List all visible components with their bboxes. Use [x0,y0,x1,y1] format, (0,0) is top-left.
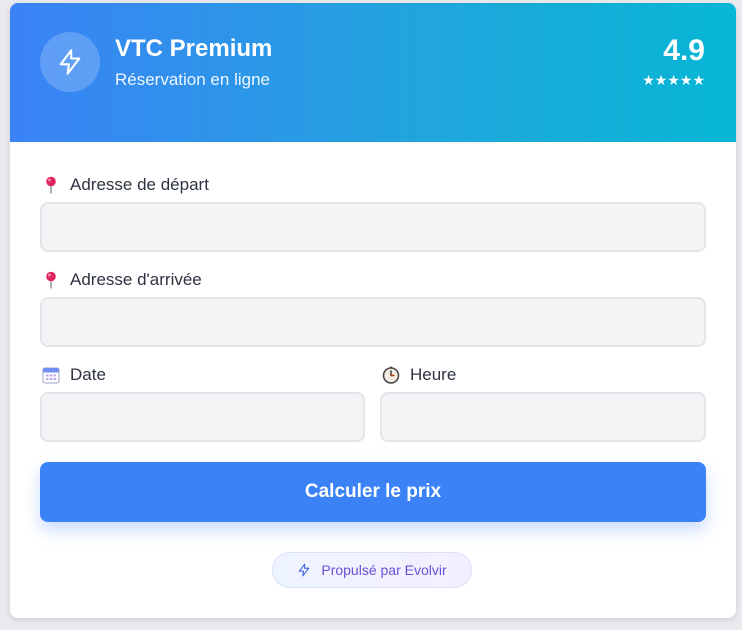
booking-card: VTC Premium Réservation en ligne 4.9 ★★★… [10,3,736,618]
calendar-icon [42,366,60,384]
departure-address-input[interactable] [40,202,706,252]
brand-title: VTC Premium [115,35,273,62]
lightning-icon [59,49,81,75]
date-input[interactable] [40,392,365,442]
time-label-row: Heure [382,365,456,385]
logo-badge [40,32,100,92]
clock-icon [382,366,400,384]
date-label-row: Date [42,365,106,385]
pin-icon [42,176,60,194]
brand-subtitle: Réservation en ligne [115,70,270,89]
header-banner: VTC Premium Réservation en ligne 4.9 ★★★… [10,3,736,142]
arrival-label-row: Adresse d'arrivée [42,270,202,290]
arrival-address-input[interactable] [40,297,706,347]
rating-stars: ★★★★★ [642,73,705,89]
departure-label-row: Adresse de départ [42,175,209,195]
lightning-icon [297,563,311,577]
powered-by-label: Propulsé par Evolvir [321,562,447,578]
rating-value: 4.9 [663,34,705,67]
arrival-label: Adresse d'arrivée [70,270,202,289]
departure-label: Adresse de départ [70,175,209,194]
time-label: Heure [410,365,457,384]
pin-icon [42,271,60,289]
date-label: Date [70,365,106,384]
calculate-price-button[interactable]: Calculer le prix [40,462,706,522]
time-input[interactable] [380,392,706,442]
powered-by-link[interactable]: Propulsé par Evolvir [272,552,472,588]
